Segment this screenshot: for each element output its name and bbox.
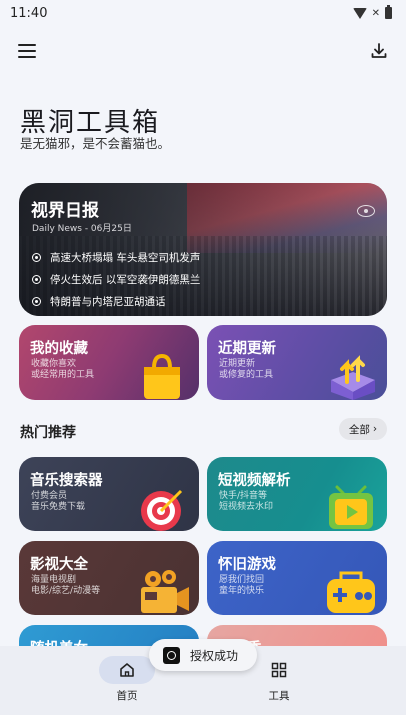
- toast-message: 授权成功: [149, 639, 257, 671]
- film-camera-icon: [141, 570, 189, 613]
- shopping-bag-icon: [144, 353, 180, 399]
- wifi-icon: [352, 7, 367, 19]
- bullet-icon: [32, 296, 41, 306]
- app-subtitle: 是无猫邪，是不会蓄猫也。: [20, 136, 171, 151]
- news-item[interactable]: 特朗普与内塔尼亚胡通话: [32, 290, 200, 312]
- eye-icon[interactable]: [357, 205, 375, 217]
- retro-games-tile[interactable]: 怀旧游戏 愿我们找回 童年的快乐: [207, 541, 387, 615]
- view-all-button[interactable]: 全部 ›: [339, 418, 387, 440]
- update-box-icon: [331, 355, 375, 400]
- status-icons: ✕: [352, 5, 392, 19]
- bullet-icon: [32, 274, 41, 284]
- music-search-tile[interactable]: 音乐搜索器 付费会员 音乐免费下载: [19, 457, 199, 531]
- recent-updates-tile[interactable]: 近期更新 近期更新 或修复的工具: [207, 325, 387, 400]
- gamepad-icon: [327, 571, 375, 613]
- status-bar: 11:40 ✕: [0, 0, 406, 26]
- favorites-tile[interactable]: 我的收藏 收藏你喜欢 或经常用的工具: [19, 325, 199, 400]
- bullet-icon: [32, 252, 41, 262]
- target-icon: [141, 489, 183, 531]
- news-item[interactable]: 停火生效后 以军空袭伊朗德黑兰: [32, 268, 200, 290]
- tv-icon: [329, 485, 373, 529]
- home-icon: [120, 663, 134, 677]
- top-app-bar: [0, 36, 406, 68]
- battery-icon: [385, 5, 392, 19]
- daily-news-card[interactable]: 视界日报 Daily News - 06月25日 高速大桥塌塌 车头悬空司机发声…: [19, 183, 387, 316]
- news-date: Daily News - 06月25日: [32, 224, 132, 234]
- news-item[interactable]: 高速大桥塌塌 车头悬空司机发声: [32, 246, 200, 268]
- no-signal-icon: ✕: [371, 7, 380, 19]
- chevron-right-icon: ›: [372, 423, 378, 435]
- news-list: 高速大桥塌塌 车头悬空司机发声 停火生效后 以军空袭伊朗德黑兰 特朗普与内塔尼亚…: [32, 246, 200, 312]
- news-title: 视界日报: [31, 201, 99, 221]
- status-time: 11:40: [10, 5, 48, 21]
- app-logo-icon: [163, 646, 180, 664]
- menu-icon[interactable]: [18, 44, 36, 58]
- hot-recommend-heading: 热门推荐: [20, 425, 76, 441]
- video-parse-tile[interactable]: 短视频解析 快手/抖音等 短视频去水印: [207, 457, 387, 531]
- grid-icon: [271, 662, 287, 678]
- download-icon[interactable]: [370, 42, 388, 60]
- movies-tile[interactable]: 影视大全 海量电视剧 电影/综艺/动漫等: [19, 541, 199, 615]
